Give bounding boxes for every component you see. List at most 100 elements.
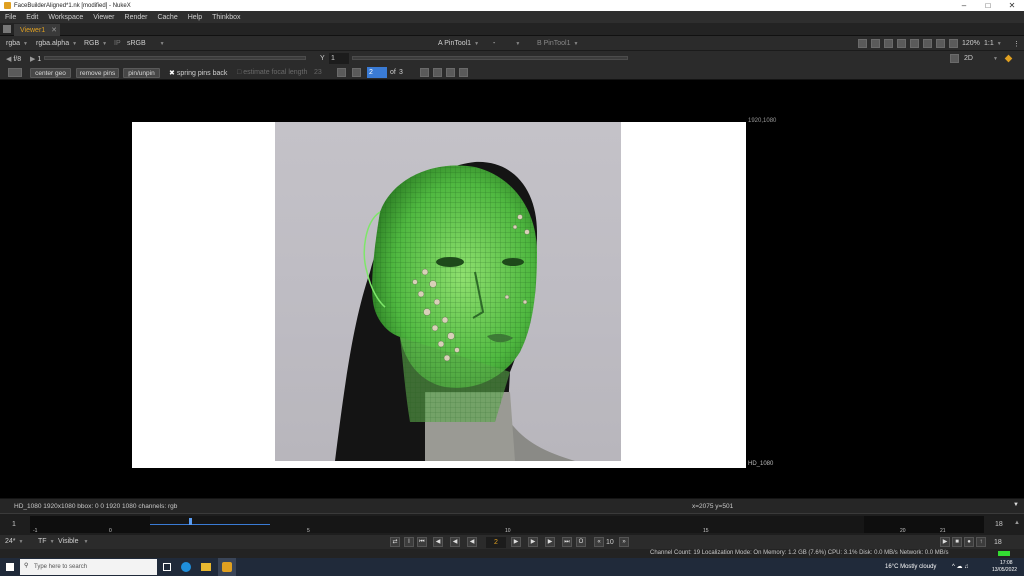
end-frame-field[interactable]: 18 xyxy=(994,537,1002,548)
add-keyframe-icon[interactable] xyxy=(446,68,455,77)
estimate-focal-length-label: estimate focal length xyxy=(243,69,308,76)
play-backward-icon[interactable]: ◀ xyxy=(467,537,477,547)
expand-icon[interactable]: ▼ xyxy=(1013,502,1019,508)
gamma-field[interactable]: 1 xyxy=(329,53,349,64)
lut-icon[interactable] xyxy=(910,39,919,48)
step-forward-icon[interactable]: ▶ xyxy=(528,537,538,547)
center-geo-button[interactable]: center geo xyxy=(30,68,71,78)
maximize-button[interactable]: □ xyxy=(976,1,1000,10)
app-status-bar: Channel Count: 19 Localization Mode: On … xyxy=(0,549,1024,558)
weather-widget[interactable]: 16°C Mostly cloudy xyxy=(885,564,936,570)
menu-help[interactable]: Help xyxy=(183,14,207,21)
range-lock-icon[interactable]: ⇄ xyxy=(390,537,400,547)
first-keyframe-icon[interactable] xyxy=(420,68,429,77)
wipe-icon[interactable] xyxy=(884,39,893,48)
view-mode-dropdown[interactable]: 2D ▼ xyxy=(964,53,998,64)
pin-tool-icon[interactable] xyxy=(8,68,22,77)
chevron-down-icon: ▼ xyxy=(102,41,108,47)
tab-viewer1[interactable]: Viewer1 ✕ xyxy=(14,24,60,36)
colorspace-value: sRGB xyxy=(127,40,146,47)
first-frame-icon[interactable]: ⏮ xyxy=(417,537,427,547)
roi-icon[interactable] xyxy=(858,39,867,48)
menu-viewer[interactable]: Viewer xyxy=(88,14,119,21)
visible-dropdown[interactable]: Visible ▼ xyxy=(58,536,88,547)
record-icon[interactable] xyxy=(949,39,958,48)
search-box[interactable]: ⚲ Type here to search xyxy=(20,559,157,575)
face-render xyxy=(335,161,575,461)
menu-render[interactable]: Render xyxy=(120,14,153,21)
estimate-focal-length-checkbox[interactable]: □ estimate focal length xyxy=(237,67,307,78)
pause-icon[interactable] xyxy=(936,39,945,48)
playhead[interactable] xyxy=(189,518,192,525)
play-forward-icon[interactable]: ▶ xyxy=(511,537,521,547)
nuke-taskbar-button[interactable] xyxy=(218,558,236,576)
lock-icon[interactable]: ● xyxy=(964,537,974,547)
frame-increment[interactable]: 10 xyxy=(606,537,614,548)
fstop-control[interactable]: ◀ f/8 xyxy=(6,53,21,64)
out-point-icon[interactable]: O xyxy=(576,537,586,547)
last-frame-icon[interactable]: ⏭ xyxy=(562,537,572,547)
close-button[interactable]: ✕ xyxy=(1000,1,1024,10)
refresh-icon[interactable] xyxy=(923,39,932,48)
flipbook-icon[interactable]: ▶ xyxy=(940,537,950,547)
remove-pins-button[interactable]: remove pins xyxy=(76,68,119,78)
alpha-dropdown[interactable]: rgba.alpha ▼ xyxy=(36,38,77,49)
input-b-dropdown[interactable]: B PinTool1 ▼ xyxy=(537,38,578,49)
menu-workspace[interactable]: Workspace xyxy=(43,14,88,21)
skip-back-icon[interactable]: « xyxy=(594,537,604,547)
pin-unpin-button[interactable]: pin/unpin xyxy=(123,68,160,78)
stop-icon[interactable]: ■ xyxy=(952,537,962,547)
colorspace-dropdown[interactable]: sRGB ▼ xyxy=(127,38,165,49)
spring-pins-back-checkbox[interactable]: ✖ spring pins back xyxy=(169,67,227,78)
input-a-dropdown[interactable]: A PinTool1 ▼ xyxy=(438,38,479,49)
focal-lock-icon[interactable] xyxy=(337,68,346,77)
task-view-icon[interactable] xyxy=(163,563,171,571)
pane-menu-icon[interactable] xyxy=(3,25,11,33)
current-frame-field[interactable]: 2 xyxy=(486,537,506,548)
menu-file[interactable]: File xyxy=(0,14,21,21)
gain-field[interactable]: ▶ 1 xyxy=(30,53,41,64)
menu-thinkbox[interactable]: Thinkbox xyxy=(207,14,245,21)
chevron-down-icon: ▼ xyxy=(49,539,55,545)
step-back-icon[interactable]: ◀ xyxy=(450,537,460,547)
grid-icon[interactable] xyxy=(950,54,959,63)
composite-dropdown[interactable]: - ▼ xyxy=(493,38,520,49)
channels-dropdown[interactable]: rgba ▼ xyxy=(6,38,28,49)
zoom-dropdown[interactable]: 120% xyxy=(962,38,980,49)
next-keyframe-icon[interactable]: ▶ xyxy=(545,537,555,547)
gamma-slider[interactable] xyxy=(352,56,628,60)
set-keyframe-icon[interactable] xyxy=(433,68,442,77)
focal-length-field[interactable]: 23 xyxy=(314,67,334,78)
cursor-coords: x=2075 y=501 xyxy=(692,503,734,510)
minimize-button[interactable]: – xyxy=(952,1,976,10)
ratio-dropdown[interactable]: 1:1 ▼ xyxy=(984,38,1002,49)
in-point-icon[interactable]: I xyxy=(404,537,414,547)
menu-bar: File Edit Workspace Viewer Render Cache … xyxy=(0,11,1024,23)
close-tab-icon[interactable]: ✕ xyxy=(51,27,57,34)
tray-icons[interactable]: ^ ☁ ♫ xyxy=(952,563,969,570)
proxy-icon[interactable] xyxy=(897,39,906,48)
frame-target-icon[interactable] xyxy=(352,68,361,77)
scroll-arrows-icon[interactable]: ▲ xyxy=(1014,520,1020,526)
tf-dropdown[interactable]: TF ▼ xyxy=(38,536,55,547)
menu-cache[interactable]: Cache xyxy=(152,14,182,21)
file-explorer-icon[interactable] xyxy=(201,563,211,571)
timeline[interactable]: 1 -1 0 5 10 15 20 21 18 ▲ xyxy=(0,513,1024,535)
skip-forward-icon[interactable]: » xyxy=(619,537,629,547)
display-dropdown[interactable]: RGB ▼ xyxy=(84,38,107,49)
overlay-icon[interactable] xyxy=(871,39,880,48)
export-icon[interactable]: ↑ xyxy=(976,537,986,547)
edge-browser-icon[interactable] xyxy=(181,562,191,572)
remove-keyframe-icon[interactable] xyxy=(459,68,468,77)
windows-start-icon[interactable] xyxy=(6,563,14,571)
ip-toggle[interactable]: IP xyxy=(114,38,121,49)
frame-field[interactable]: 2 xyxy=(367,67,387,78)
resource-stats: Channel Count: 19 Localization Mode: On … xyxy=(650,550,949,556)
more-options-icon[interactable]: ⋮ xyxy=(1013,38,1020,49)
paint-brush-icon[interactable] xyxy=(1004,54,1013,63)
clock-date: 13/05/2022 xyxy=(992,567,1018,573)
gain-slider[interactable] xyxy=(44,56,306,60)
fps-dropdown[interactable]: 24* ▼ xyxy=(5,536,23,547)
menu-edit[interactable]: Edit xyxy=(21,14,43,21)
prev-keyframe-icon[interactable]: ◀ xyxy=(433,537,443,547)
